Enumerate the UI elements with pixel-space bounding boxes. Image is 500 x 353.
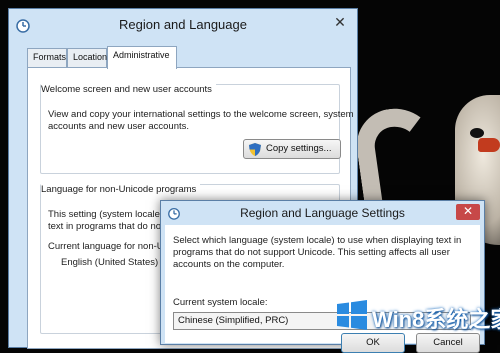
watermark-text: Win8系统之家	[372, 307, 500, 332]
uac-shield-icon	[249, 143, 261, 156]
settings-close-button[interactable]: ✕	[456, 204, 480, 220]
tab-administrative[interactable]: Administrative	[107, 46, 177, 69]
welcome-description-line1: View and copy your international setting…	[48, 109, 354, 120]
main-dialog-title: Region and Language	[119, 17, 247, 32]
welcome-group: Welcome screen and new user accounts Vie…	[40, 84, 354, 174]
copy-settings-button[interactable]: Copy settings...	[243, 139, 341, 159]
ok-button[interactable]: OK	[341, 333, 405, 353]
system-locale-value: Chinese (Simplified, PRC)	[178, 315, 289, 326]
swan-eye-decoration	[470, 128, 484, 138]
windows-logo-icon	[337, 300, 367, 330]
tab-location[interactable]: Location	[67, 48, 107, 68]
unicode-group-title: Language for non-Unicode programs	[41, 184, 201, 195]
system-locale-label: Current system locale:	[173, 297, 268, 308]
tab-formats[interactable]: Formats	[27, 48, 67, 68]
main-titlebar[interactable]: Region and Language ✕	[9, 9, 357, 39]
settings-titlebar[interactable]: Region and Language Settings ✕	[161, 201, 484, 225]
current-language-value: English (United States)	[61, 257, 159, 268]
welcome-group-title: Welcome screen and new user accounts	[41, 84, 216, 95]
cancel-button[interactable]: Cancel	[416, 333, 480, 353]
welcome-description-line2: accounts and new user accounts.	[48, 121, 190, 132]
copy-settings-label: Copy settings...	[266, 143, 332, 154]
settings-description: Select which language (system locale) to…	[173, 235, 462, 270]
current-language-label: Current language for non-Unic	[48, 241, 176, 252]
swan-beak-decoration	[478, 138, 500, 152]
settings-dialog-title: Region and Language Settings	[240, 206, 405, 220]
unicode-description-line2: text in programs that do not s	[48, 221, 172, 232]
main-close-button[interactable]: ✕	[327, 13, 353, 31]
